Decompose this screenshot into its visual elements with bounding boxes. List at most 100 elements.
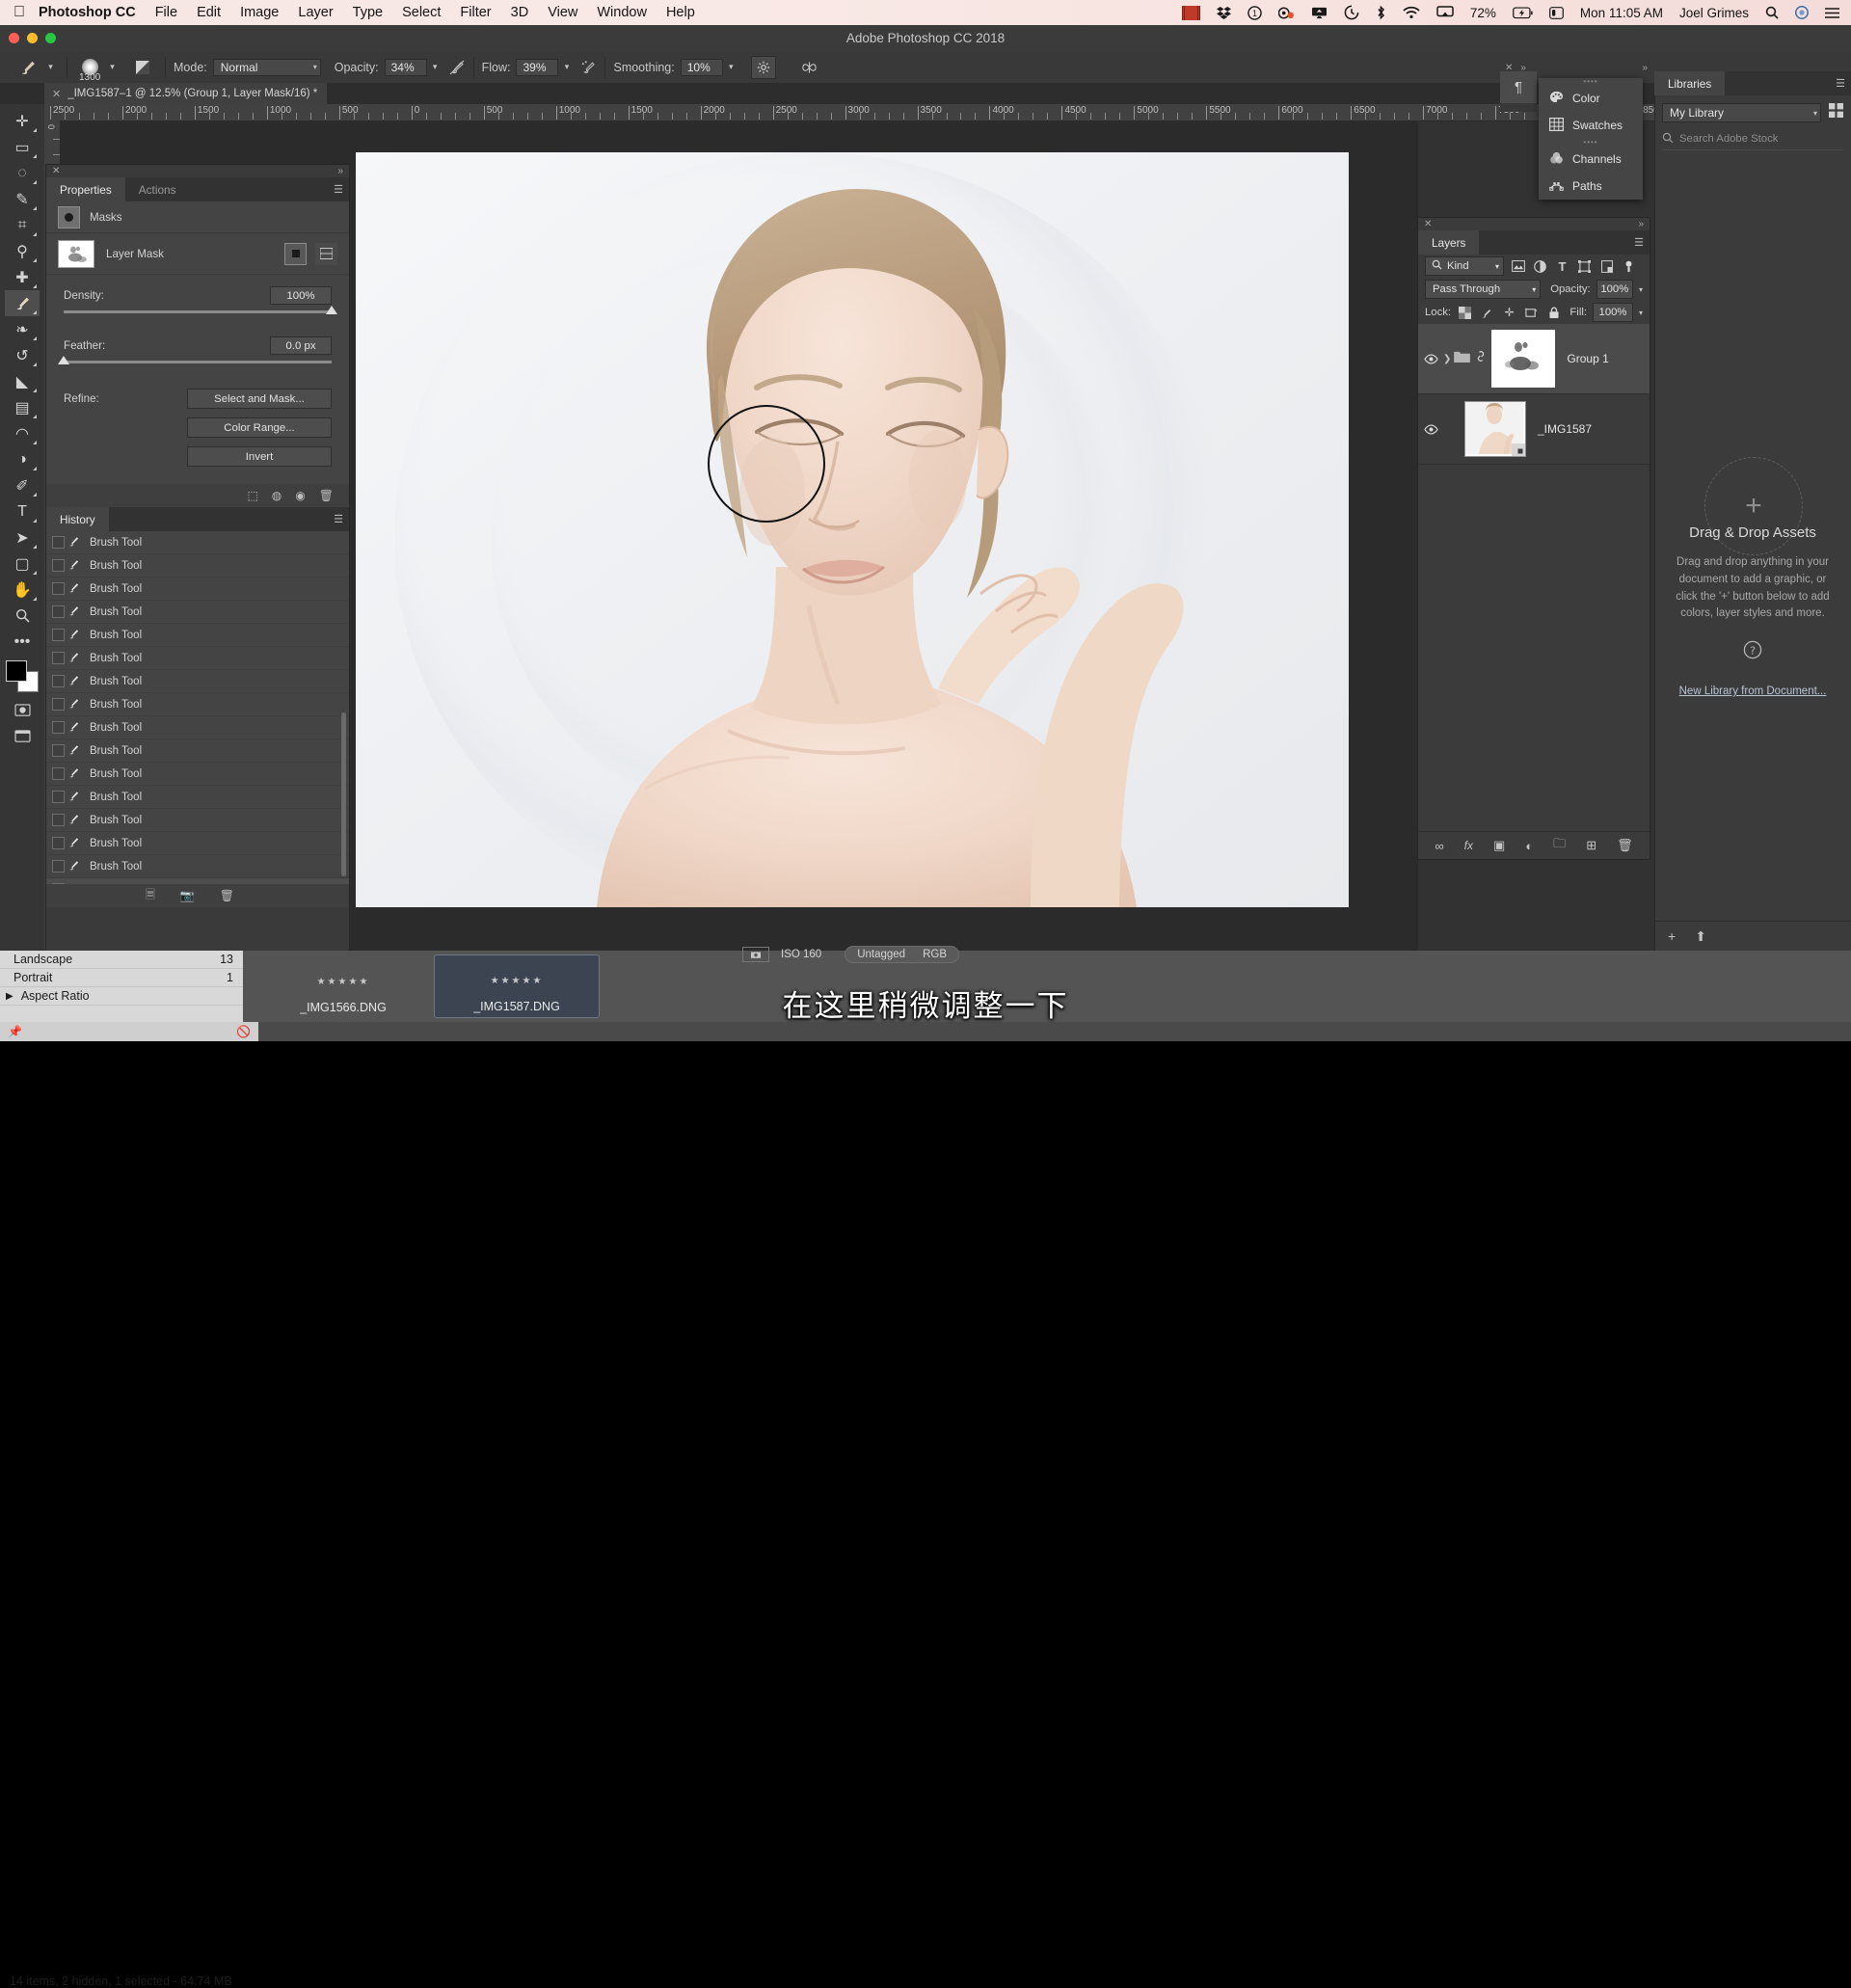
color-range-button[interactable]: Color Range...	[187, 417, 332, 438]
symmetry-butterfly-icon[interactable]	[799, 59, 820, 76]
history-snapshot-marker[interactable]	[52, 814, 65, 826]
create-document-icon[interactable]: 🗏	[146, 886, 155, 906]
delete-layer-icon[interactable]: 🗑	[1617, 838, 1633, 853]
tab-properties[interactable]: Properties	[46, 177, 125, 201]
adjustment-filter-icon[interactable]	[1532, 258, 1548, 275]
lock-position-icon[interactable]: ✛	[1501, 305, 1517, 321]
history-snapshot-marker[interactable]	[52, 791, 65, 803]
layer-opacity-caret[interactable]: ▾	[1639, 285, 1643, 294]
fly-menu-item-color[interactable]: Color	[1539, 85, 1643, 112]
search-icon[interactable]	[1765, 6, 1779, 19]
tool-move[interactable]: ✛	[5, 108, 40, 134]
tool-crop[interactable]: ⌗	[5, 212, 40, 238]
tool-clone-stamp[interactable]: ❧	[5, 316, 40, 342]
history-state-row[interactable]: Brush Tool	[46, 832, 349, 855]
vector-mask-icon[interactable]	[315, 242, 337, 265]
close-icon[interactable]: ✕	[1424, 219, 1432, 229]
film-strip-icon[interactable]	[1181, 5, 1200, 20]
history-snapshot-marker[interactable]	[52, 744, 65, 757]
history-snapshot-marker[interactable]	[52, 536, 65, 549]
history-state-row[interactable]: Brush Tool	[46, 554, 349, 578]
drag-grip-icon[interactable]: ••••	[1539, 77, 1643, 86]
tool-shape[interactable]: ▢	[5, 551, 40, 577]
dropbox-icon[interactable]	[1216, 6, 1231, 20]
history-snapshot-marker[interactable]	[52, 675, 65, 687]
menu-list-icon[interactable]	[1825, 7, 1839, 18]
history-state-row[interactable]: Brush Tool	[46, 601, 349, 624]
pixel-mask-icon[interactable]	[284, 242, 307, 265]
apply-mask-icon[interactable]: ◍	[272, 489, 282, 502]
density-slider[interactable]	[64, 306, 337, 314]
lock-transparent-icon[interactable]	[1457, 305, 1473, 321]
document-tab[interactable]: ✕ _IMG1587–1 @ 12.5% (Group 1, Layer Mas…	[44, 83, 328, 104]
airplay-icon[interactable]	[1436, 6, 1454, 19]
history-state-row[interactable]: Brush Tool	[46, 716, 349, 739]
layer-blend-mode-select[interactable]: Pass Through ▾	[1425, 280, 1542, 299]
minimize-window-button[interactable]	[27, 33, 38, 43]
control-center-icon[interactable]	[1549, 6, 1564, 19]
tool-dodge[interactable]: ◑	[5, 446, 40, 472]
opacity-input[interactable]: 34%	[384, 58, 427, 76]
layer-fill-field[interactable]: 100%	[1592, 303, 1633, 322]
bridge-filter-landscape[interactable]: Landscape 13	[0, 951, 243, 969]
history-snapshot-marker[interactable]	[52, 767, 65, 780]
feather-slider-knob[interactable]	[58, 356, 69, 364]
flow-caret[interactable]: ▾	[558, 59, 575, 76]
tool-brush[interactable]	[5, 290, 40, 316]
brush-tool-preset-caret[interactable]: ▾	[42, 59, 59, 76]
history-state-row[interactable]: Brush Tool	[46, 763, 349, 786]
info-circle-icon[interactable]: 1	[1247, 5, 1262, 20]
tool-blur[interactable]: ◠	[5, 420, 40, 446]
screen-mode-icon[interactable]	[5, 723, 40, 749]
bluetooth-icon[interactable]	[1376, 5, 1386, 20]
menu-select[interactable]: Select	[402, 5, 441, 20]
layer-mask-thumbnail[interactable]	[58, 239, 94, 268]
disable-mask-icon[interactable]: ◉	[295, 489, 305, 502]
link-icon[interactable]	[1475, 350, 1487, 367]
layer-row-img1587[interactable]: _IMG1587	[1418, 394, 1650, 465]
layer-photo-thumbnail[interactable]	[1464, 401, 1526, 457]
add-content-icon[interactable]: +	[1668, 928, 1676, 944]
delete-mask-icon[interactable]: 🗑	[319, 489, 334, 502]
lock-all-icon[interactable]	[1545, 305, 1562, 321]
color-swatches[interactable]	[6, 660, 39, 692]
feather-value-field[interactable]: 0.0 px	[270, 336, 332, 355]
group-mask-thumbnail[interactable]	[1491, 330, 1556, 388]
adobe-stock-search[interactable]: Search Adobe Stock	[1662, 128, 1843, 150]
tab-layers[interactable]: Layers	[1418, 230, 1480, 255]
history-state-row[interactable]: Brush Tool	[46, 878, 349, 884]
siri-icon[interactable]	[1795, 6, 1809, 19]
layers-panel-menu-icon[interactable]: ☰	[1628, 230, 1650, 255]
tool-eraser[interactable]: ◣	[5, 368, 40, 394]
tool-healing-brush[interactable]: ✚	[5, 264, 40, 290]
smartobject-filter-icon[interactable]	[1598, 258, 1615, 275]
opacity-caret[interactable]: ▾	[427, 59, 443, 76]
invert-mask-button[interactable]: Invert	[187, 446, 332, 467]
airbrush-icon[interactable]	[580, 59, 597, 76]
history-state-row[interactable]: Brush Tool	[46, 786, 349, 809]
history-state-row[interactable]: Brush Tool	[46, 693, 349, 716]
menu-help[interactable]: Help	[666, 5, 695, 20]
tool-quick-select[interactable]: ✎	[5, 186, 40, 212]
image-filter-icon[interactable]	[1510, 258, 1526, 275]
tool-hand[interactable]: ✋	[5, 577, 40, 603]
tab-actions[interactable]: Actions	[125, 177, 190, 201]
quick-mask-icon[interactable]	[5, 697, 40, 723]
history-snapshot-marker[interactable]	[52, 629, 65, 641]
paragraph-icon[interactable]: ¶	[1500, 71, 1537, 103]
history-snapshot-marker[interactable]	[52, 559, 65, 572]
tool-marquee[interactable]: ▭	[5, 134, 40, 160]
foreground-color-swatch[interactable]	[6, 660, 27, 682]
apple-icon[interactable]: 	[13, 5, 25, 20]
lock-artboard-icon[interactable]	[1523, 305, 1540, 321]
battery-charging-icon[interactable]	[1513, 6, 1533, 19]
pressure-opacity-icon[interactable]	[449, 59, 466, 76]
smoothing-caret[interactable]: ▾	[723, 59, 739, 76]
layer-opacity-field[interactable]: 100%	[1596, 280, 1633, 299]
history-snapshot-marker[interactable]	[52, 652, 65, 664]
maximize-window-button[interactable]	[45, 33, 56, 43]
blend-mode-dropdown[interactable]: Normal ▾	[212, 58, 321, 76]
new-library-from-document-link[interactable]: New Library from Document...	[1654, 685, 1851, 697]
menu-image[interactable]: Image	[240, 5, 279, 20]
menu-app-name[interactable]: Photoshop CC	[39, 5, 136, 20]
